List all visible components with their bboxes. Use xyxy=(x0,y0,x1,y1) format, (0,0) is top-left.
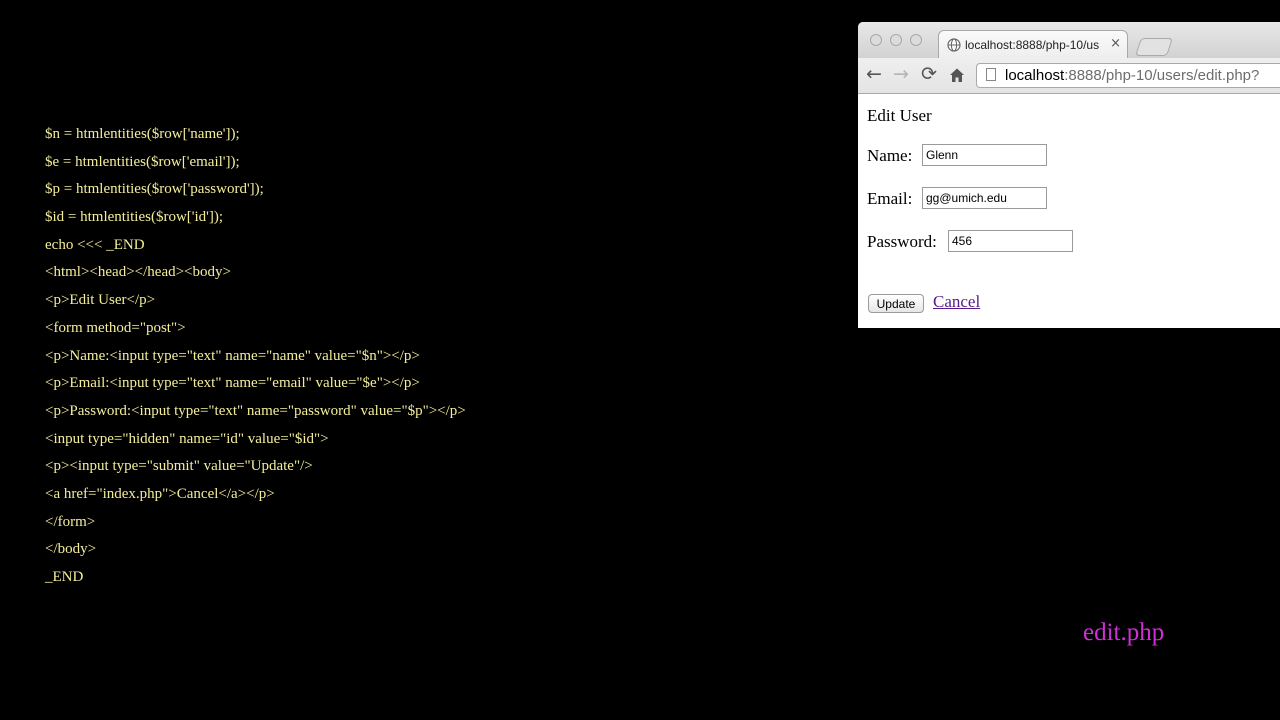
browser-toolbar: ← → ⟳ localhost:8888/php-10/users/edit.p… xyxy=(858,58,1280,94)
new-tab-button[interactable] xyxy=(1135,38,1173,56)
tab-title: localhost:8888/php-10/us xyxy=(965,38,1100,52)
email-label: Email: xyxy=(867,189,913,208)
code-line: <input type="hidden" name="id" value="$i… xyxy=(45,430,329,447)
code-line: echo <<< _END xyxy=(45,236,145,253)
page-icon xyxy=(986,68,996,81)
url-path: :8888/php-10/users/edit.php? xyxy=(1064,67,1260,84)
forward-arrow-icon[interactable]: → xyxy=(893,63,909,85)
code-line: <p>Password:<input type="text" name="pas… xyxy=(45,402,466,419)
code-line: $p = htmlentities($row['password']); xyxy=(45,181,264,198)
minimize-window-button[interactable] xyxy=(890,34,902,46)
url-text: localhost:8888/php-10/users/edit.php? xyxy=(1005,67,1259,84)
page-heading: Edit User xyxy=(867,106,932,125)
code-listing: $n = htmlentities($row['name']); $e = htm… xyxy=(45,121,466,592)
code-line: </form> xyxy=(45,513,96,530)
cancel-link[interactable]: Cancel xyxy=(933,292,980,312)
password-label: Password: xyxy=(867,232,937,251)
update-button[interactable]: Update xyxy=(868,294,924,313)
code-line: $e = htmlentities($row['email']); xyxy=(45,153,240,170)
password-input[interactable] xyxy=(948,230,1073,252)
close-tab-icon[interactable]: × xyxy=(1110,36,1121,51)
code-line: <p><input type="submit" value="Update"/> xyxy=(45,458,313,475)
code-line: $id = htmlentities($row['id']); xyxy=(45,209,224,226)
back-arrow-icon[interactable]: ← xyxy=(866,63,882,85)
code-line: <a href="index.php">Cancel</a></p> xyxy=(45,485,275,502)
tab-strip: localhost:8888/php-10/us × xyxy=(858,22,1280,58)
browser-window: localhost:8888/php-10/us × ← → ⟳ localho… xyxy=(858,22,1280,328)
code-line: <form method="post"> xyxy=(45,319,186,336)
home-icon[interactable] xyxy=(949,67,965,83)
code-line: $n = htmlentities($row['name']); xyxy=(45,126,240,142)
reload-icon[interactable]: ⟳ xyxy=(921,63,937,85)
email-input[interactable] xyxy=(922,187,1047,209)
address-bar[interactable]: localhost:8888/php-10/users/edit.php? xyxy=(976,63,1280,88)
code-line: </body> xyxy=(45,541,97,558)
close-window-button[interactable] xyxy=(870,34,882,46)
page-content: Edit User Name: Email: Password: Update … xyxy=(858,94,1280,328)
code-line: <p>Edit User</p> xyxy=(45,292,156,309)
zoom-window-button[interactable] xyxy=(910,34,922,46)
browser-tab[interactable]: localhost:8888/php-10/us × xyxy=(938,30,1128,58)
name-input[interactable] xyxy=(922,144,1047,166)
url-host: localhost xyxy=(1005,67,1065,84)
code-line: <p>Email:<input type="text" name="email"… xyxy=(45,375,420,392)
code-line: <p>Name:<input type="text" name="name" v… xyxy=(45,347,420,364)
name-label: Name: xyxy=(867,146,913,165)
globe-icon xyxy=(947,38,961,52)
filename-caption: edit.php xyxy=(1083,619,1165,646)
code-line: <html><head></head><body> xyxy=(45,264,231,281)
code-line: _END xyxy=(45,569,84,585)
